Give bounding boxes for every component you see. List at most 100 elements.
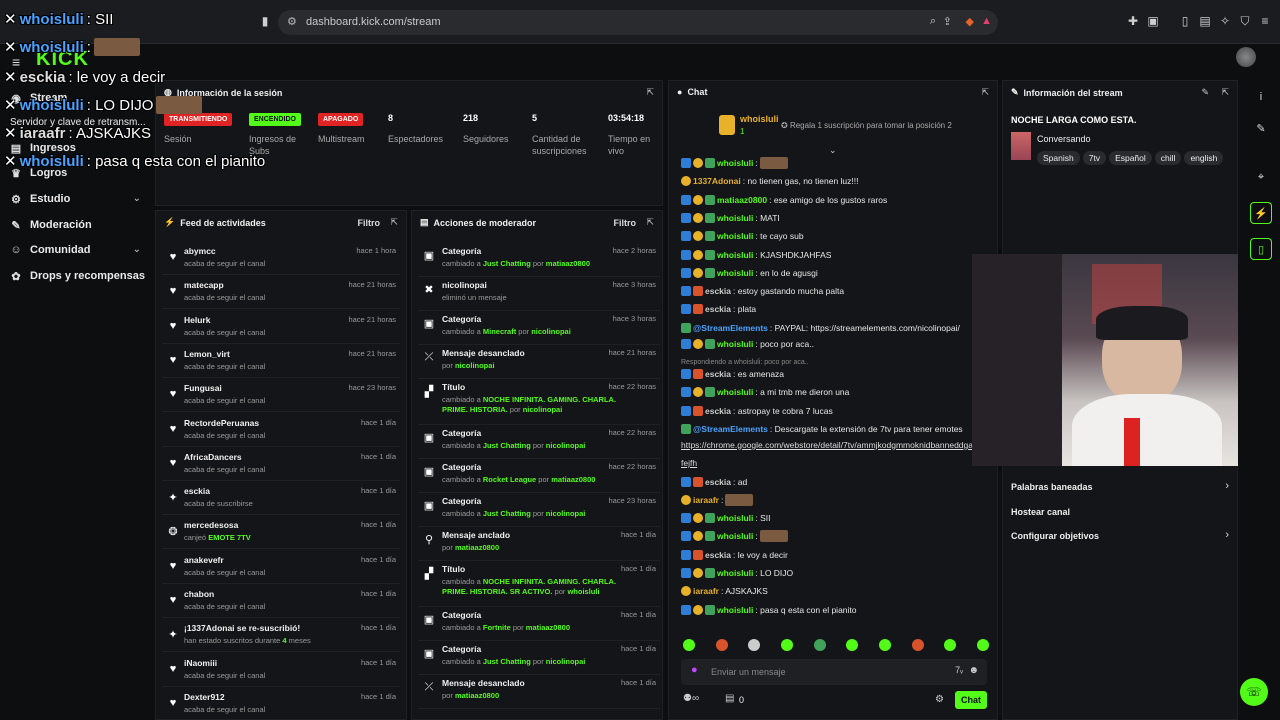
chat-username[interactable]: whoisluli — [717, 531, 753, 541]
chat-message[interactable]: whoisluli: LO DIJO — [681, 566, 793, 580]
extensions-icon[interactable]: ✚ — [1126, 14, 1140, 28]
list-item[interactable]: ♥ Helurk acaba de seguir el canal hace 21 h… — [162, 312, 400, 344]
avatar[interactable] — [1236, 47, 1256, 67]
list-item[interactable]: ❂ mercedesosa canjeó EMOTE 7TV hace 1 día — [162, 517, 400, 550]
chat-message[interactable]: matiaaz0800: ese amigo de los gustos rar… — [681, 193, 887, 207]
top-gifter-name[interactable]: whoisluli — [740, 114, 779, 124]
chat-message[interactable]: esckia: ad — [681, 475, 747, 489]
seventv-icon[interactable]: 7ᵥ — [955, 665, 963, 675]
send-chat-button[interactable]: Chat — [955, 691, 987, 709]
list-item[interactable]: ♥ matecapp acaba de seguir el canal hace 21… — [162, 277, 400, 310]
chat-message[interactable]: whoisluli: pasa q esta con el pianito — [681, 603, 857, 617]
chat-username[interactable]: iaraafr — [693, 586, 719, 596]
list-item[interactable]: ✦ ¡1337Adonai se re-suscribió! han estado … — [162, 620, 400, 653]
chat-username[interactable]: whoisluli — [717, 213, 753, 223]
edit-icon[interactable]: ✎ — [1250, 118, 1272, 140]
chat-username[interactable]: whoisluli — [717, 250, 753, 260]
chat-username[interactable]: esckia — [705, 286, 731, 296]
emote-icon[interactable] — [911, 639, 924, 651]
list-item[interactable]: ♥ anakevefr acaba de seguir el canal hace 1… — [162, 552, 400, 584]
list-item[interactable]: ✦ esckia acaba de suscribirse hace 1 día — [162, 483, 400, 516]
chat-message[interactable]: esckia: le voy a decir — [681, 548, 788, 562]
chat-username[interactable]: whoisluli — [717, 158, 753, 168]
list-item[interactable]: ♥ RectordePeruanas acaba de seguir el cana… — [162, 415, 400, 447]
chat-username[interactable]: 1337Adonai — [693, 176, 741, 186]
chat-username[interactable]: @StreamElements — [693, 323, 768, 333]
host-channel-link[interactable]: Hostear canal — [1011, 507, 1070, 517]
chat-username[interactable]: @StreamElements — [693, 424, 768, 434]
link[interactable]: fejfh — [681, 458, 697, 468]
chat-message[interactable]: esckia: estoy gastando mucha palta — [681, 284, 844, 298]
chat-username[interactable]: whoisluli — [717, 568, 753, 578]
edit-icon[interactable]: ✎ — [1201, 87, 1209, 98]
sidebar-item-comunidad[interactable]: ☺ Comunidad — [10, 240, 90, 260]
chat-username[interactable]: esckia — [705, 550, 731, 560]
ai-icon[interactable]: ✧ — [1218, 14, 1232, 28]
banned-words-link[interactable]: Palabras baneadas — [1011, 482, 1093, 492]
chat-message[interactable]: https://chrome.google.com/webstore/detai… — [681, 438, 976, 452]
address-bar[interactable]: ⚙ dashboard.kick.com/stream ⌕ ⇪ ◆ ▲ — [278, 10, 998, 35]
popout-icon[interactable]: ⇱ — [1221, 87, 1229, 98]
list-item[interactable]: ♥ AfricaDancers acaba de seguir el canal ha… — [162, 449, 400, 481]
vpn-icon[interactable]: ⛉ — [1238, 14, 1252, 28]
emote-icon[interactable] — [878, 639, 891, 651]
chat-username[interactable]: esckia — [705, 406, 731, 416]
brave-shield-icon[interactable]: ◆ — [966, 15, 974, 28]
list-item[interactable]: ▣ Categoría cambiado a Just Chatting por m… — [418, 243, 660, 277]
list-item[interactable]: ♥ abymcc acaba de seguir el canal hace 1 ho… — [162, 243, 400, 275]
zoom-icon[interactable]: ⌕ — [930, 15, 936, 28]
list-item[interactable]: ⤫ Mensaje desanclado por matiaaz0800 hace 1… — [418, 675, 660, 709]
chat-message[interactable]: @StreamElements: PAYPAL: https://streame… — [681, 321, 960, 335]
chat-message[interactable]: whoisluli: te cayo sub — [681, 229, 804, 243]
emote-icon[interactable] — [846, 639, 859, 651]
emote-icon[interactable] — [813, 639, 826, 651]
chat-message[interactable]: whoisluli: KJASHDKJAHFAS — [681, 248, 831, 262]
chat-username[interactable]: esckia — [705, 369, 731, 379]
chevron-right-icon[interactable]: › — [1225, 529, 1229, 541]
list-item[interactable]: ♥ Lemon_virt acaba de seguir el canal hace … — [162, 346, 400, 378]
goals-link[interactable]: Configurar objetivos — [1011, 531, 1099, 541]
emote-icon[interactable] — [715, 639, 728, 651]
chat-message[interactable]: esckia: es amenaza — [681, 367, 784, 381]
emote-icon[interactable] — [944, 639, 957, 651]
bookmark-icon[interactable]: ▮ — [258, 14, 272, 28]
chat-message[interactable]: whoisluli: a mi tmb me dieron una — [681, 385, 849, 399]
chat-username[interactable]: whoisluli — [717, 231, 753, 241]
list-item[interactable]: ♥ Fungusai acaba de seguir el canal hace 23… — [162, 380, 400, 413]
chat-message[interactable]: 1337Adonai: no tienen gas, no tienen luz… — [681, 174, 859, 188]
list-item[interactable]: ▣ Categoría cambiado a Just Chatting por n… — [418, 493, 660, 527]
share-icon[interactable]: ⇪ — [943, 15, 952, 28]
list-item[interactable]: ⤫ Mensaje desanclado por nicolinopai hace 2… — [418, 345, 660, 379]
chat-input-box[interactable]: ● Enviar un mensaje 7ᵥ ☻ — [681, 659, 987, 685]
chat-message[interactable]: fejfh — [681, 456, 697, 470]
chat-username[interactable]: whoisluli — [717, 387, 753, 397]
list-item[interactable]: ♥ Dexter912 acaba de seguir el canal hace 1… — [162, 689, 400, 719]
chat-message[interactable]: whoisluli: — [681, 156, 788, 170]
menu-icon[interactable]: ≡ — [1258, 14, 1272, 28]
emote-icon[interactable] — [683, 639, 695, 651]
list-item[interactable]: ▞ Título cambiado a NOCHE INFINITA. GAMING… — [418, 379, 660, 425]
settings-icon[interactable]: ⚙ — [935, 694, 944, 705]
chat-username[interactable]: esckia — [705, 477, 731, 487]
wallet-icon[interactable]: ▤ — [1198, 14, 1212, 28]
chat-message[interactable]: whoisluli: poco por aca.. — [681, 337, 814, 351]
chat-message[interactable]: iaraafr: AJSKAJKS — [681, 584, 768, 598]
support-icon[interactable]: ☏ — [1240, 678, 1268, 706]
emote-icon[interactable] — [976, 639, 989, 651]
target-icon[interactable]: ⌖ — [1250, 166, 1272, 188]
microphone-icon[interactable]: ● — [691, 664, 698, 676]
emote-icon[interactable] — [748, 639, 761, 651]
popout-icon[interactable]: ⇱ — [646, 87, 654, 98]
chat-message[interactable]: whoisluli: MATI — [681, 211, 780, 225]
chat-username[interactable]: whoisluli — [717, 339, 753, 349]
popout-icon[interactable]: ⇱ — [981, 87, 989, 98]
chevron-down-icon[interactable]: ⌄ — [133, 244, 141, 255]
chat-username[interactable]: whoisluli — [717, 605, 753, 615]
sidebar-item-moderacion[interactable]: ✎ Moderación — [10, 215, 91, 235]
chat-username[interactable]: matiaaz0800 — [717, 195, 767, 205]
chat-message[interactable]: iaraafr: — [681, 493, 754, 507]
popout-icon[interactable]: ⇱ — [646, 217, 654, 228]
gift-sub-cta[interactable]: ✪ Regala 1 suscripción para tomar la pos… — [781, 121, 952, 130]
sidebar-item-estudio[interactable]: ⚙ Estudio — [10, 189, 145, 209]
chat-message[interactable]: @StreamElements: Descargate la extensión… — [681, 422, 963, 436]
